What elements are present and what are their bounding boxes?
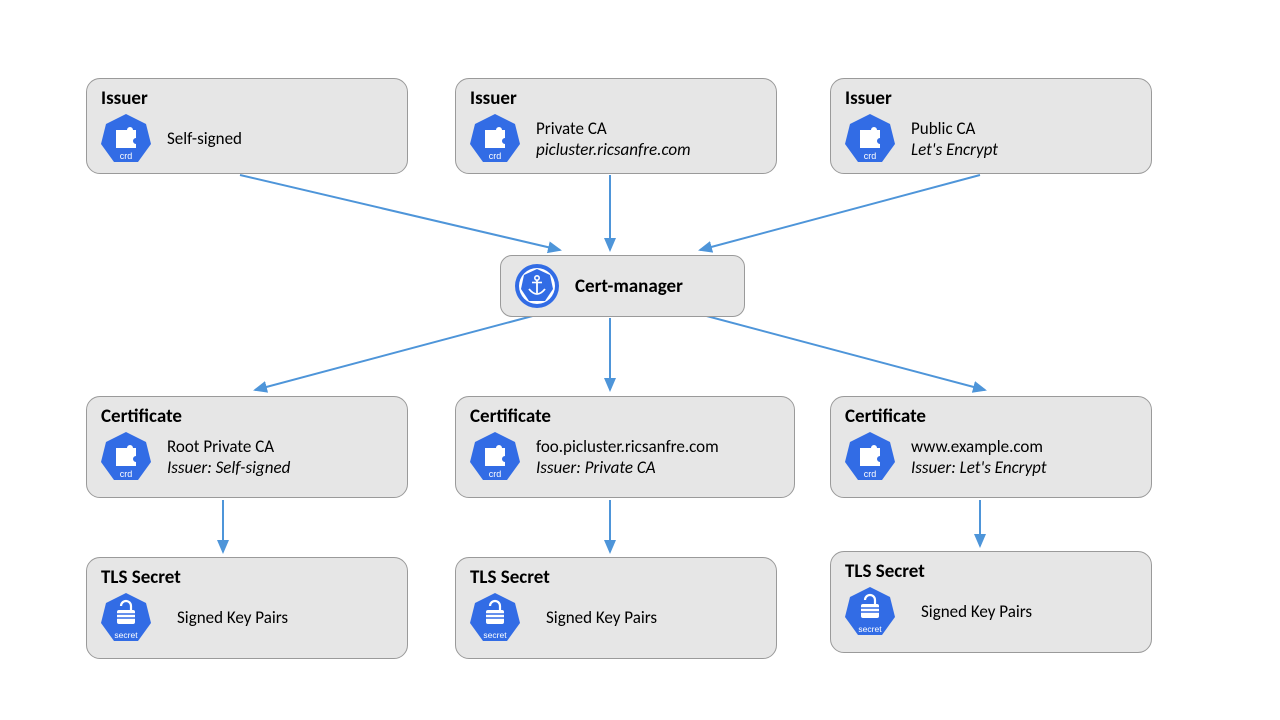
svg-text:secret: secret [858, 624, 882, 634]
crd-icon: crd [468, 112, 522, 166]
svg-text:crd: crd [864, 151, 877, 161]
crd-icon: crd [99, 112, 153, 166]
cert-manager-icon [513, 262, 561, 310]
tls-secret-title: TLS Secret [470, 566, 764, 589]
issuer-box-public-ca: Issuer crd Public CA Let's Encrypt [830, 78, 1152, 174]
issuer-title: Issuer [470, 87, 764, 110]
tls-secret-title: TLS Secret [845, 560, 1139, 583]
issuer-line1: Public CA [911, 118, 998, 139]
crd-icon: crd [843, 112, 897, 166]
cert-manager-box: Cert-manager [500, 255, 745, 317]
svg-text:secret: secret [114, 630, 138, 640]
crd-icon: crd [468, 430, 522, 484]
svg-text:crd: crd [120, 469, 133, 479]
certificate-line1: Root Private CA [167, 436, 290, 457]
issuer-title: Issuer [845, 87, 1139, 110]
issuer-line2: Let's Encrypt [911, 139, 998, 160]
tls-secret-box-3: TLS Secret secret Signed Key Pairs [830, 551, 1152, 653]
certificate-box-root: Certificate crd Root Private CA Issuer: … [86, 396, 408, 498]
secret-icon: secret [843, 585, 897, 639]
certificate-title: Certificate [470, 405, 782, 428]
secret-icon: secret [99, 591, 153, 645]
certificate-line1: foo.picluster.ricsanfre.com [536, 436, 719, 457]
tls-secret-line1: Signed Key Pairs [921, 601, 1032, 622]
tls-secret-box-1: TLS Secret secret Signed Key Pairs [86, 557, 408, 659]
certificate-line2: Issuer: Self-signed [167, 457, 290, 478]
certificate-line2: Issuer: Private CA [536, 457, 719, 478]
certificate-box-foo: Certificate crd foo.picluster.ricsanfre.… [455, 396, 795, 498]
issuer-line1: Self-signed [167, 128, 242, 149]
issuer-line2: picluster.ricsanfre.com [536, 139, 691, 160]
tls-secret-line1: Signed Key Pairs [177, 607, 288, 628]
certificate-title: Certificate [101, 405, 395, 428]
issuer-line1: Private CA [536, 118, 691, 139]
certificate-line1: www.example.com [911, 436, 1047, 457]
issuer-box-selfsigned: Issuer crd Self-signed [86, 78, 408, 174]
certificate-title: Certificate [845, 405, 1139, 428]
svg-text:crd: crd [864, 469, 877, 479]
issuer-title: Issuer [101, 87, 395, 110]
crd-icon: crd [843, 430, 897, 484]
svg-text:crd: crd [489, 151, 502, 161]
issuer-box-private-ca: Issuer crd Private CA picluster.ricsanfr… [455, 78, 777, 174]
svg-text:secret: secret [483, 630, 507, 640]
tls-secret-title: TLS Secret [101, 566, 395, 589]
cert-manager-label: Cert-manager [575, 275, 683, 298]
certificate-box-www: Certificate crd www.example.com Issuer: … [830, 396, 1152, 498]
svg-text:crd: crd [120, 151, 133, 161]
crd-icon: crd [99, 430, 153, 484]
tls-secret-line1: Signed Key Pairs [546, 607, 657, 628]
tls-secret-box-2: TLS Secret secret Signed Key Pairs [455, 557, 777, 659]
certificate-line2: Issuer: Let's Encrypt [911, 457, 1047, 478]
svg-text:crd: crd [489, 469, 502, 479]
secret-icon: secret [468, 591, 522, 645]
